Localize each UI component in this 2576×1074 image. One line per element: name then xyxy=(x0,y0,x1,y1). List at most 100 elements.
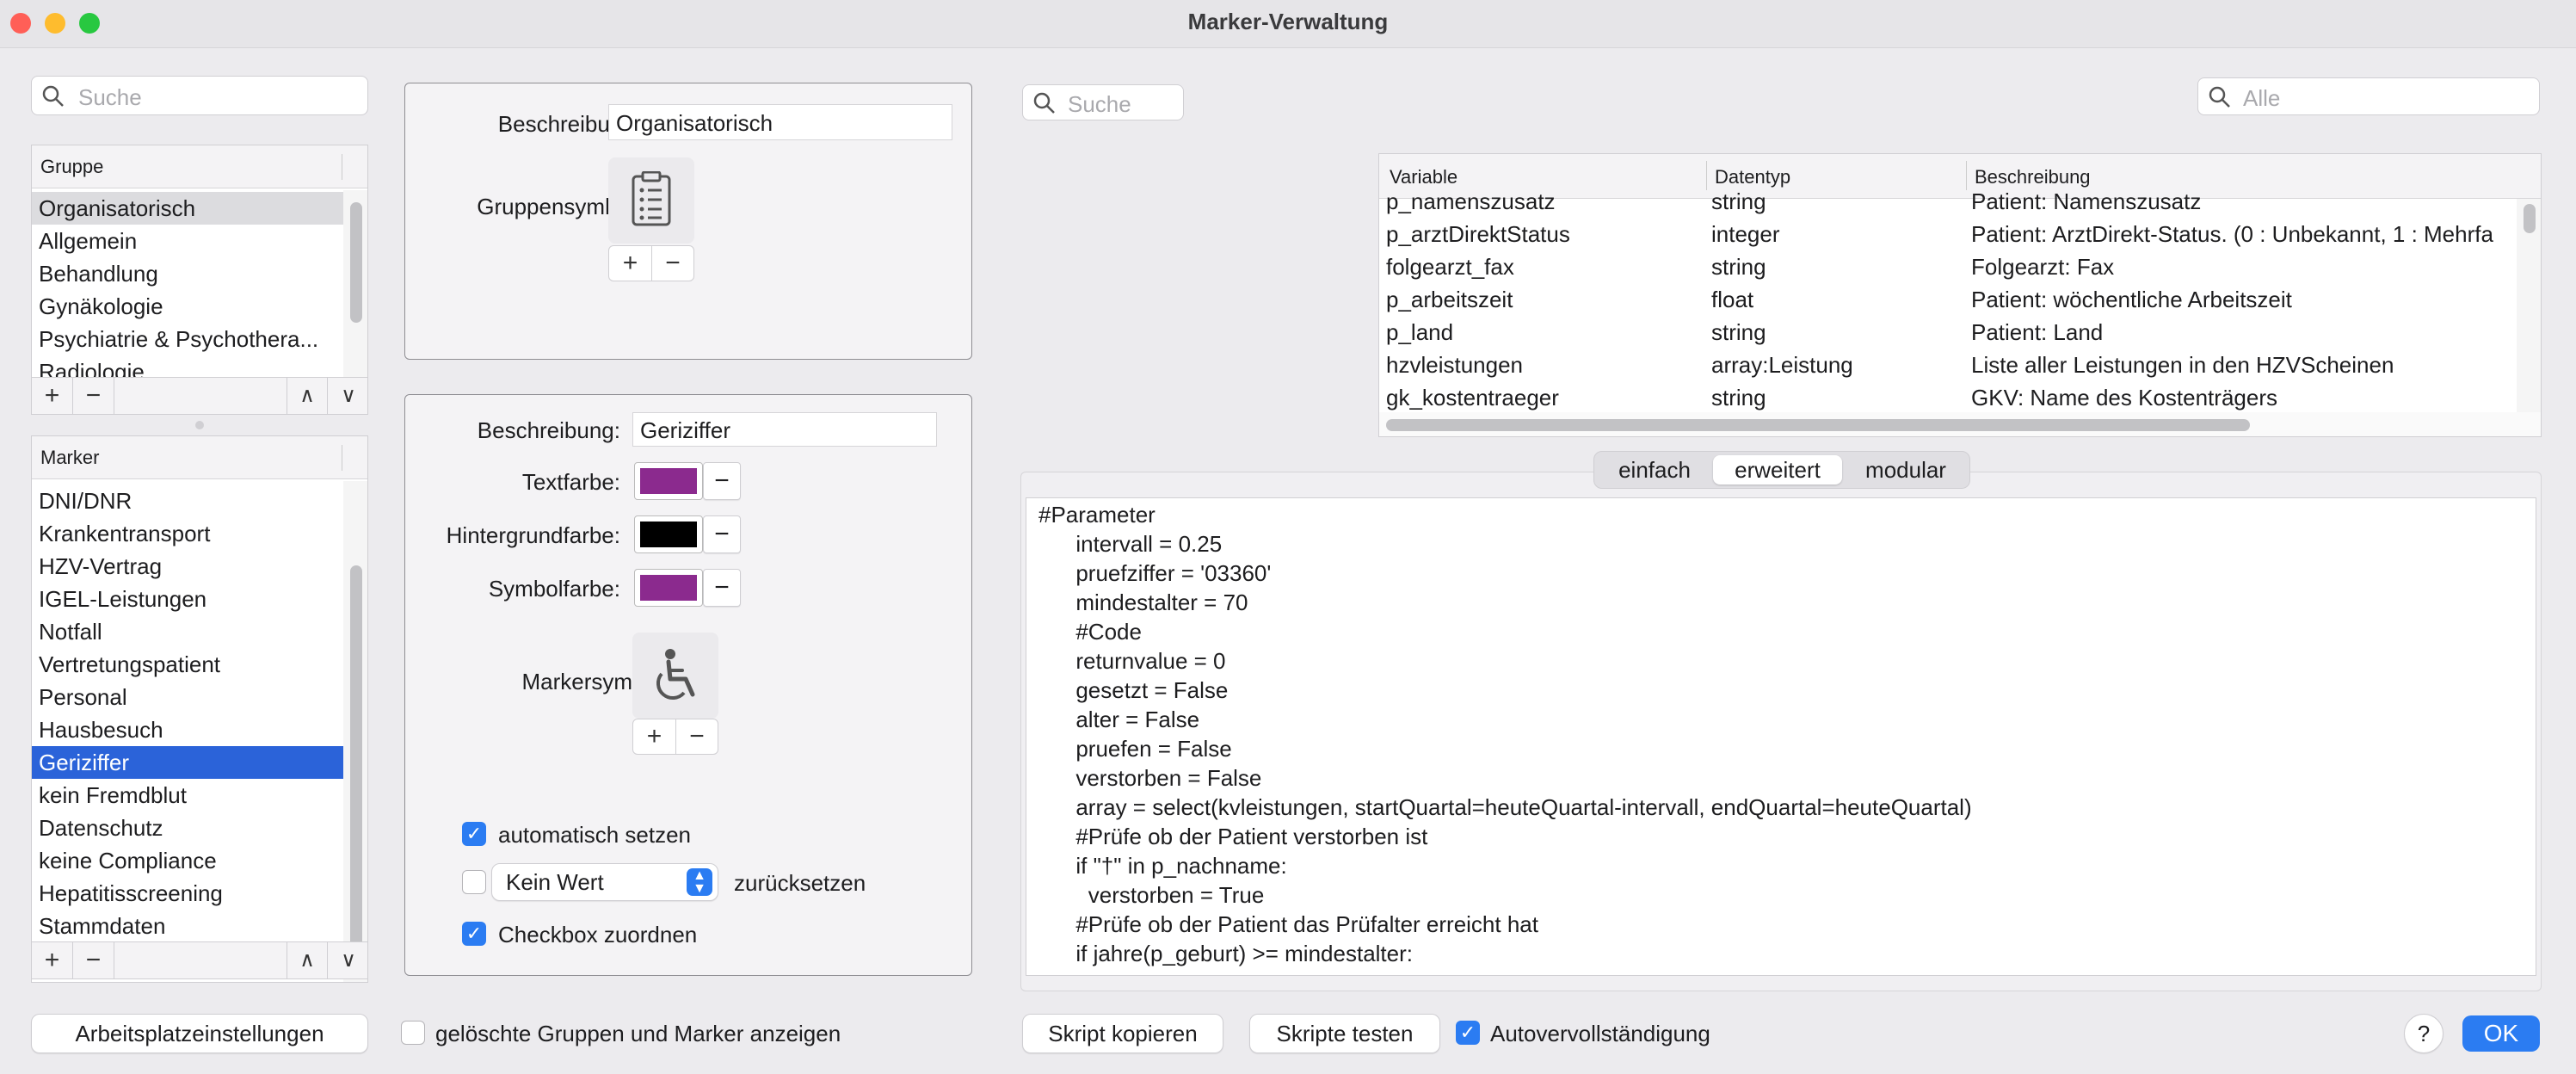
group-list-item[interactable]: Organisatorisch xyxy=(32,192,343,225)
table-cell: Patient: wöchentliche Arbeitszeit xyxy=(1971,287,2292,312)
group-search-input[interactable]: Suche xyxy=(31,76,368,115)
move-marker-up-button[interactable]: ∧ xyxy=(287,942,328,978)
clear-background-color-button[interactable]: − xyxy=(703,515,741,553)
remove-group-button[interactable]: − xyxy=(73,378,114,414)
move-group-up-button[interactable]: ∧ xyxy=(287,378,328,414)
marker-list-item[interactable]: kein Fremdblut xyxy=(32,779,343,812)
marker-list-toolbar: + − ∧ ∨ xyxy=(31,941,368,979)
text-color-well[interactable] xyxy=(634,462,703,500)
test-scripts-button[interactable]: Skripte testen xyxy=(1249,1014,1440,1053)
group-symbol-well[interactable] xyxy=(608,157,694,244)
table-row[interactable]: p_land string Patient: Land xyxy=(1379,316,2515,349)
marker-column-header: Marker xyxy=(40,447,100,468)
group-list-item[interactable]: Behandlung xyxy=(32,257,343,290)
tab-einfach[interactable]: einfach xyxy=(1598,455,1711,485)
marker-list-item[interactable]: Vertretungspatient xyxy=(32,648,343,681)
column-header-variable[interactable]: Variable xyxy=(1390,166,1457,188)
add-group-symbol-button[interactable]: + xyxy=(609,246,652,281)
marker-list-item[interactable]: keine Compliance xyxy=(32,844,343,877)
marker-symbol-well[interactable] xyxy=(632,633,718,719)
search-placeholder: Suche xyxy=(1068,91,1131,117)
marker-list-item[interactable]: HZV-Vertrag xyxy=(32,550,343,583)
splitter-handle[interactable] xyxy=(195,421,204,429)
group-list-item[interactable]: Psychiatrie & Psychothera... xyxy=(32,323,343,355)
add-group-button[interactable]: + xyxy=(32,378,73,414)
variable-search-input[interactable]: Suche xyxy=(1022,84,1184,120)
search-icon xyxy=(42,85,64,107)
reset-value-select[interactable]: Kein Wert ▲ ▼ xyxy=(491,863,718,901)
move-marker-down-button[interactable]: ∨ xyxy=(328,942,369,978)
table-cell: Patient: ArztDirekt-Status. (0 : Unbekan… xyxy=(1971,221,2493,247)
variables-vertical-scrollbar[interactable] xyxy=(2517,199,2541,412)
search-icon xyxy=(2209,86,2230,108)
marker-list-item[interactable]: Hausbesuch xyxy=(32,713,343,746)
marker-list-item[interactable]: Stammdaten xyxy=(32,910,343,942)
marker-list-item[interactable]: Krankentransport xyxy=(32,517,343,550)
filter-placeholder: Alle xyxy=(2243,85,2281,111)
add-marker-symbol-button[interactable]: + xyxy=(633,719,676,754)
code-line: pruefen = False xyxy=(1038,736,1232,762)
window-title: Marker-Verwaltung xyxy=(1187,9,1389,34)
table-row[interactable]: folgearzt_fax string Folgearzt: Fax xyxy=(1379,250,2515,283)
table-row[interactable]: p_arztDirektStatus integer Patient: ArztDi… xyxy=(1379,218,2515,250)
select-chevron-icon: ▲ ▼ xyxy=(687,868,712,896)
group-description-input[interactable]: Organisatorisch xyxy=(608,104,952,140)
code-line: pruefziffer = '03360' xyxy=(1038,560,1272,586)
script-code-editor[interactable]: #Parameter intervall = 0.25 pruefziffer … xyxy=(1026,497,2536,976)
group-list-scrollbar[interactable] xyxy=(343,190,367,381)
marker-list[interactable]: Marker DNI/DNR Krankentransport HZV-Vertra… xyxy=(31,435,368,983)
workplace-settings-button[interactable]: Arbeitsplatzeinstellungen xyxy=(31,1014,368,1053)
group-list-item[interactable]: Allgemein xyxy=(32,225,343,257)
marker-list-item[interactable]: DNI/DNR xyxy=(32,485,343,517)
move-group-down-button[interactable]: ∨ xyxy=(328,378,369,414)
code-line: mindestalter = 70 xyxy=(1038,589,1248,615)
variable-filter-input[interactable]: Alle xyxy=(2197,77,2540,115)
tab-erweitert[interactable]: erweitert xyxy=(1713,455,1842,485)
tab-modular[interactable]: modular xyxy=(1844,455,1968,485)
auto-set-checkbox[interactable]: ✓ xyxy=(462,822,486,846)
copy-script-button[interactable]: Skript kopieren xyxy=(1022,1014,1223,1053)
table-row[interactable]: hzvleistungen array:Leistung Liste aller L… xyxy=(1379,349,2515,381)
table-cell: string xyxy=(1711,254,1766,280)
marker-list-scrollbar[interactable] xyxy=(343,481,367,982)
marker-list-item[interactable]: IGEL-Leistungen xyxy=(32,583,343,615)
table-row[interactable]: gk_kostentraeger string GKV: Name des Kost… xyxy=(1379,381,2515,412)
remove-marker-symbol-button[interactable]: − xyxy=(676,719,718,754)
marker-list-item[interactable]: Hepatitisscreening xyxy=(32,877,343,910)
group-list[interactable]: Gruppe Organisatorisch Allgemein Behandlun… xyxy=(31,145,368,382)
reset-checkbox[interactable] xyxy=(462,870,486,894)
show-deleted-checkbox[interactable] xyxy=(401,1021,425,1045)
auto-set-label: automatisch setzen xyxy=(498,822,692,848)
marker-list-item[interactable]: Geriziffer xyxy=(32,746,343,779)
marker-description-input[interactable]: Geriziffer xyxy=(632,412,937,447)
background-color-well[interactable] xyxy=(634,515,703,553)
table-cell: string xyxy=(1711,188,1766,214)
ok-button[interactable]: OK xyxy=(2462,1015,2540,1052)
autocomplete-checkbox[interactable]: ✓ xyxy=(1456,1021,1480,1045)
remove-group-symbol-button[interactable]: − xyxy=(652,246,693,281)
table-row[interactable]: p_namenszusatz string Patient: Namenszusat… xyxy=(1379,188,2515,218)
table-cell: array:Leistung xyxy=(1711,352,1853,378)
help-button[interactable]: ? xyxy=(2404,1014,2444,1053)
symbol-color-label: Symbolfarbe: xyxy=(488,576,620,602)
clear-text-color-button[interactable]: − xyxy=(703,462,741,500)
checkbox-assign-checkbox[interactable]: ✓ xyxy=(462,922,486,946)
symbol-color-well[interactable] xyxy=(634,569,703,607)
group-list-item[interactable]: Gynäkologie xyxy=(32,290,343,323)
table-row[interactable]: p_arbeitszeit float Patient: wöchentliche … xyxy=(1379,283,2515,316)
marker-symbol-toolbar: + − xyxy=(632,719,718,755)
variables-table[interactable]: Variable Datentyp Beschreibung p_namensz… xyxy=(1378,153,2542,437)
clear-symbol-color-button[interactable]: − xyxy=(703,569,741,607)
marker-list-item[interactable]: Datenschutz xyxy=(32,812,343,844)
column-header-datentyp[interactable]: Datentyp xyxy=(1715,166,1790,188)
code-line: array = select(kvleistungen, startQuarta… xyxy=(1038,794,1972,820)
remove-marker-button[interactable]: − xyxy=(73,942,114,978)
marker-list-item[interactable]: Notfall xyxy=(32,615,343,648)
code-line: if "†" in p_nachname: xyxy=(1038,853,1287,879)
marker-list-item[interactable]: Personal xyxy=(32,681,343,713)
add-marker-button[interactable]: + xyxy=(32,942,73,978)
background-color-label: Hintergrundfarbe: xyxy=(446,522,620,548)
group-list-header: Gruppe xyxy=(32,145,367,188)
variables-horizontal-scrollbar[interactable] xyxy=(1379,412,2541,436)
column-header-beschreibung[interactable]: Beschreibung xyxy=(1975,166,2091,188)
